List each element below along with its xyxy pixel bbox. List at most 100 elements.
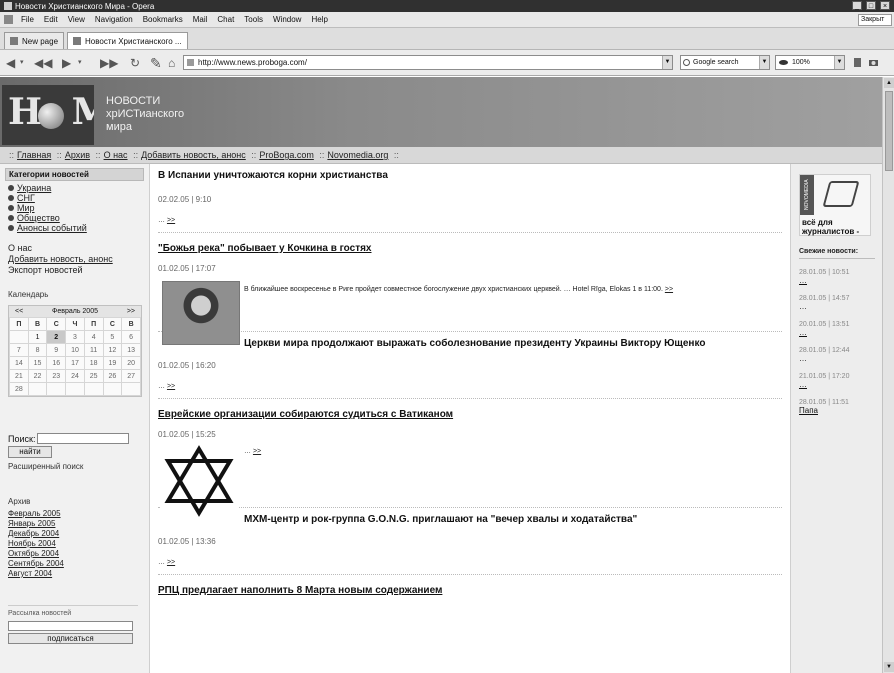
menu-file[interactable]: File	[21, 15, 34, 24]
menu-chat[interactable]: Chat	[217, 15, 234, 24]
subscribe-email-input[interactable]	[8, 621, 133, 631]
article-title[interactable]: В Испании уничтожаются корни христианств…	[158, 170, 782, 181]
category-link[interactable]: Анонсы событий	[17, 223, 87, 233]
archive-link[interactable]: Август 2004	[8, 569, 149, 579]
bullet-icon	[8, 215, 14, 221]
archive-link[interactable]: Сентябрь 2004	[8, 559, 149, 569]
chevron-down-icon[interactable]: ▼	[834, 56, 844, 69]
address-field[interactable]: http://www.news.proboga.com/ ▼	[183, 55, 673, 70]
category-item[interactable]: Анонсы событий	[8, 223, 149, 233]
top-navigation: :: Главная :: Архив :: О нас :: Добавить нов…	[0, 147, 882, 164]
nav-proboga[interactable]: ProBoga.com	[259, 150, 314, 160]
latest-news-link[interactable]: …	[799, 380, 875, 389]
scroll-up-icon[interactable]: ▲	[884, 78, 894, 88]
category-item[interactable]: Общество	[8, 213, 149, 223]
reload-icon[interactable]: ↻	[130, 56, 140, 70]
search-button[interactable]: найти	[8, 446, 52, 458]
latest-news-link[interactable]: …	[799, 354, 875, 363]
tab-new-page[interactable]: New page	[4, 32, 65, 49]
nav-home[interactable]: Главная	[17, 150, 51, 160]
menu-navigation[interactable]: Navigation	[95, 15, 133, 24]
novomedia-logo-icon	[822, 181, 860, 207]
menu-bookmarks[interactable]: Bookmarks	[143, 15, 183, 24]
calendar-next[interactable]: >>	[127, 308, 135, 315]
edit-pen-icon[interactable]: ✎	[150, 56, 162, 70]
category-item[interactable]: СНГ	[8, 193, 149, 203]
category-item[interactable]: Украина	[8, 183, 149, 193]
advanced-search-link[interactable]: Расширенный поиск	[8, 462, 149, 471]
article-title[interactable]: Церкви мира продолжают выражать соболезн…	[244, 338, 782, 349]
forward-arrow-icon[interactable]: ▶	[62, 56, 71, 70]
archive-link[interactable]: Ноябрь 2004	[8, 539, 149, 549]
article-title[interactable]: МХМ-центр и рок-группа G.O.N.G. приглаша…	[244, 514, 782, 525]
minimize-button[interactable]: _	[852, 1, 862, 10]
back-dropdown-icon[interactable]: ▾	[20, 56, 24, 70]
chevron-down-icon[interactable]: ▼	[662, 56, 672, 69]
archive-link[interactable]: Декабрь 2004	[8, 529, 149, 539]
category-link[interactable]: СНГ	[17, 193, 35, 203]
article-title[interactable]: РПЦ предлагает наполнить 8 Марта новым с…	[158, 585, 782, 596]
menu-window[interactable]: Window	[273, 15, 301, 24]
menu-mail[interactable]: Mail	[193, 15, 208, 24]
bullet-icon	[8, 195, 14, 201]
read-more-link[interactable]: >>	[167, 383, 175, 390]
menu-tools[interactable]: Tools	[244, 15, 263, 24]
latest-news-link[interactable]: Папа	[799, 406, 875, 415]
back-arrow-icon[interactable]: ◀	[6, 56, 15, 70]
maximize-button[interactable]: □	[866, 1, 876, 10]
camera-icon[interactable]	[868, 57, 879, 68]
read-more-link[interactable]: >>	[167, 559, 175, 566]
category-link[interactable]: Украина	[17, 183, 51, 193]
menu-help[interactable]: Help	[311, 15, 327, 24]
novomedia-banner[interactable]: NOVOMEDIA всё для журналистов -	[799, 174, 871, 236]
article-title[interactable]: "Божья река" побывает у Кочкина в гостях	[158, 243, 782, 254]
bookmark-icon[interactable]	[852, 57, 863, 68]
export-news-link[interactable]: Экспорт новостей	[8, 265, 149, 276]
calendar-day[interactable]: 2	[46, 330, 67, 344]
latest-news-link[interactable]: …	[799, 276, 875, 285]
fast-forward-icon[interactable]: ▶▶	[100, 56, 118, 70]
chevron-down-icon[interactable]: ▼	[759, 56, 769, 69]
forward-dropdown-icon[interactable]: ▾	[78, 56, 82, 70]
home-icon[interactable]: ⌂	[168, 56, 175, 70]
category-link[interactable]: Общество	[17, 213, 60, 223]
search-field[interactable]: Google search ▼	[680, 55, 770, 70]
site-logo[interactable]: Н М	[2, 85, 94, 145]
article-title[interactable]: Еврейские организации собираются судитьс…	[158, 409, 782, 420]
archive-link[interactable]: Февраль 2005	[8, 509, 149, 519]
nav-about[interactable]: О нас	[104, 150, 128, 160]
nav-add-news[interactable]: Добавить новость, анонс	[141, 150, 246, 160]
menu-right-box[interactable]: Закрыт	[858, 14, 892, 26]
latest-news-link[interactable]: …	[799, 328, 875, 337]
address-toolbar: ◀ ▾ ◀◀ ▶ ▾ ▶▶ ↻ ✎ ⌂ http://www.news.prob…	[0, 50, 894, 76]
add-news-link[interactable]: Добавить новость, анонс	[8, 254, 149, 265]
archive-link[interactable]: Январь 2005	[8, 519, 149, 529]
app-menu-icon[interactable]	[4, 15, 13, 24]
left-sidebar: Категории новостей Украина СНГ Мир Общес…	[0, 164, 150, 673]
latest-news-link[interactable]: …	[799, 302, 875, 311]
site-search-input[interactable]	[37, 433, 130, 444]
scroll-down-icon[interactable]: ▼	[884, 662, 894, 672]
category-item[interactable]: Мир	[8, 203, 149, 213]
calendar-grid: П В С Ч П С В 1 2 3 4 5 6 7 8 9 10 11 12 13 14 15 16 17 18 19 20 21…	[9, 317, 141, 396]
zoom-control[interactable]: 100% ▼	[775, 55, 845, 70]
vertical-scrollbar[interactable]: ▲ ▼	[882, 77, 894, 673]
read-more-link[interactable]: >>	[665, 286, 673, 293]
menu-view[interactable]: View	[68, 15, 85, 24]
tab-news[interactable]: Новости Христианского ...	[67, 32, 188, 49]
nav-archive[interactable]: Архив	[65, 150, 90, 160]
rewind-icon[interactable]: ◀◀	[34, 56, 52, 70]
close-window-button[interactable]: ×	[880, 1, 890, 10]
about-link[interactable]: О нас	[8, 243, 149, 254]
archive-link[interactable]: Октябрь 2004	[8, 549, 149, 559]
scrollbar-thumb[interactable]	[885, 91, 893, 171]
latest-news-item: 28.01.05 | 14:57 …	[799, 295, 875, 311]
calendar-day[interactable]: 1	[27, 330, 48, 344]
calendar-prev[interactable]: <<	[15, 308, 23, 315]
menu-edit[interactable]: Edit	[44, 15, 58, 24]
category-link[interactable]: Мир	[17, 203, 35, 213]
nav-novomedia[interactable]: Novomedia.org	[327, 150, 388, 160]
read-more-link[interactable]: >>	[167, 217, 175, 224]
read-more-link[interactable]: >>	[253, 448, 261, 455]
subscribe-button[interactable]: подписаться	[8, 633, 133, 644]
